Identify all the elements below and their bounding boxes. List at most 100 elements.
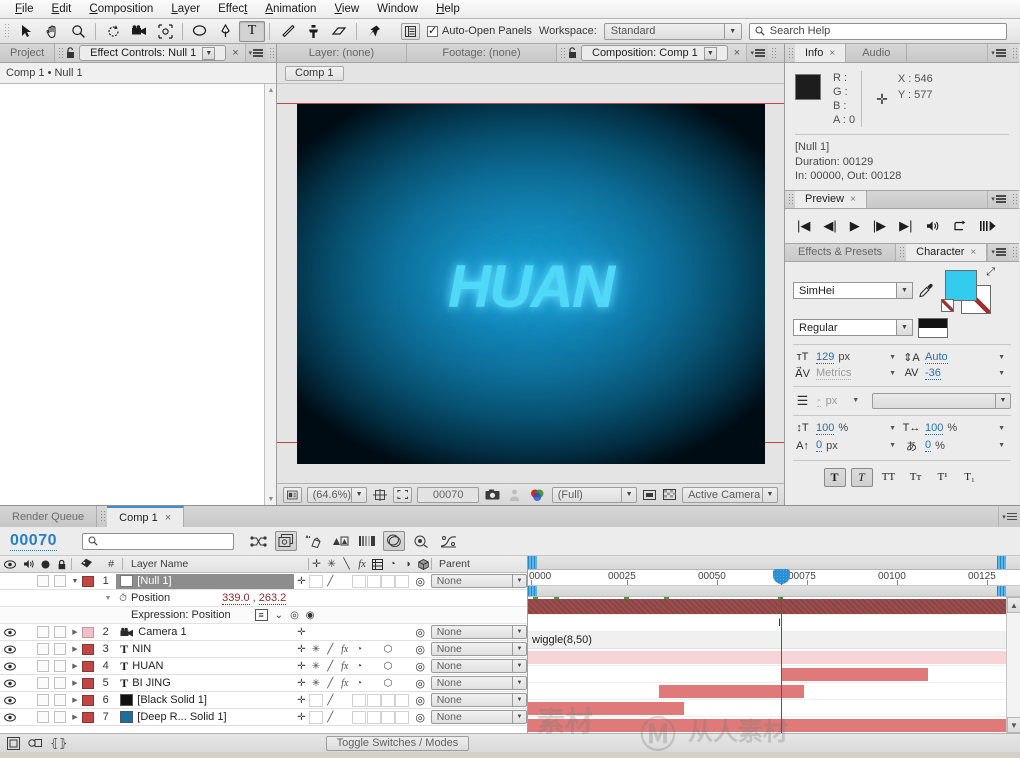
anchor-switch[interactable]: ✛ xyxy=(294,641,308,657)
kerning-field[interactable]: A⃗V Metrics ▼ xyxy=(793,367,902,380)
hide-shy-layers-icon[interactable] xyxy=(302,531,324,551)
layer-solo-toggle[interactable] xyxy=(36,709,51,725)
superscript-button[interactable]: T¹ xyxy=(932,468,954,487)
search-help-input[interactable]: Search Help xyxy=(748,22,1007,40)
enable-frame-blending-icon[interactable] xyxy=(329,531,351,551)
label-color-swatch[interactable] xyxy=(82,658,95,674)
tab-footage-viewer[interactable]: Footage: (none) xyxy=(407,44,557,62)
toggle-switches-modes-button[interactable]: Toggle Switches / Modes xyxy=(325,735,470,751)
expand-triangle-icon[interactable]: ▶ xyxy=(68,675,81,691)
tab-comp-1[interactable]: Comp 1 × xyxy=(107,506,185,527)
timeline-row-layer-3[interactable] xyxy=(528,666,1020,683)
leading-field[interactable]: ⇕A Auto ▼ xyxy=(902,351,1011,364)
layer-visibility-toggle[interactable] xyxy=(0,675,19,691)
hand-tool[interactable] xyxy=(39,21,65,42)
leading-value[interactable]: Auto xyxy=(925,351,948,364)
info-grip-right[interactable] xyxy=(1012,46,1017,60)
quality-switch[interactable]: ╱ xyxy=(323,573,337,589)
viewer-grip[interactable] xyxy=(560,46,565,60)
quality-switch[interactable]: ╱ xyxy=(323,675,337,691)
layer-bar[interactable] xyxy=(528,651,1006,664)
menu-file[interactable]: File xyxy=(6,1,43,17)
parent-select[interactable]: None ▼ xyxy=(430,710,528,724)
graph-icon[interactable]: ⌄ xyxy=(275,610,283,621)
eraser-tool[interactable] xyxy=(326,21,352,42)
tsume-value[interactable]: 0 xyxy=(925,439,932,452)
table-row[interactable]: ▶ 7 [Deep R... Solid 1] ✛ ╱ ◎ None ▼ xyxy=(0,709,528,726)
chevron-down-icon[interactable]: ▼ xyxy=(889,442,896,449)
layer-solo-toggle[interactable] xyxy=(36,658,51,674)
layer-lock-toggle[interactable] xyxy=(51,641,68,657)
menu-edit[interactable]: Edit xyxy=(43,1,81,17)
layer-audio-toggle[interactable] xyxy=(19,624,35,640)
tsume-field[interactable]: あ 0 % ▼ xyxy=(902,438,1011,454)
loop-button[interactable] xyxy=(953,220,967,232)
region-of-interest-icon[interactable] xyxy=(392,486,413,503)
subscript-button[interactable]: T₁ xyxy=(959,468,981,487)
layer-switches-icon[interactable] xyxy=(28,737,42,749)
preview-panel-menu-button[interactable]: ▾ xyxy=(987,190,1009,208)
shape-tool[interactable] xyxy=(187,21,213,42)
timeline-vertical-scrollbar[interactable]: ▲ ▼ xyxy=(1006,597,1020,733)
no-fill-icon[interactable] xyxy=(941,298,954,312)
tab-layer-viewer[interactable]: Layer: (none) xyxy=(277,44,407,62)
timeline-row-layer-5[interactable] xyxy=(528,700,1020,717)
parent-pickwhip-icon[interactable]: ◎ xyxy=(410,575,431,588)
all-caps-button[interactable]: TT xyxy=(878,468,900,487)
motion-blur-switch[interactable] xyxy=(366,692,381,708)
table-row[interactable]: ▶ 6 [Black Solid 1] ✛ ╱ ◎ None ▼ xyxy=(0,692,528,709)
faux-italic-button[interactable]: T xyxy=(850,467,873,487)
timeline-row-layer-6[interactable] xyxy=(528,717,1020,733)
close-icon[interactable]: × xyxy=(226,44,244,62)
timeline-panel-menu-button[interactable]: ▾ xyxy=(998,506,1020,527)
menu-window[interactable]: Window xyxy=(368,1,427,17)
layer-solo-toggle[interactable] xyxy=(36,624,51,640)
kerning-value[interactable]: Metrics xyxy=(816,367,852,380)
label-color-swatch[interactable] xyxy=(82,573,95,589)
property-row-position[interactable]: ▼ ⏱ Position 339.0 , 263.2 xyxy=(0,590,527,607)
effects-switch[interactable] xyxy=(338,709,352,725)
menu-view[interactable]: View xyxy=(325,1,368,17)
anchor-switch[interactable]: ✛ xyxy=(294,624,308,640)
vertical-scale-field[interactable]: ↕T 100 % ▼ xyxy=(793,422,902,435)
quality-switch[interactable]: ╱ xyxy=(323,709,337,725)
expand-triangle-icon[interactable]: ▼ xyxy=(101,595,115,602)
magnification-select[interactable]: (64.6%) ▼ xyxy=(306,486,368,503)
faux-bold-button[interactable]: T xyxy=(823,467,846,487)
menu-layer[interactable]: Layer xyxy=(162,1,209,17)
effect-controls-scrollbar[interactable]: ▲ ▼ xyxy=(264,84,276,505)
quality-switch[interactable]: ╱ xyxy=(323,658,337,674)
horizontal-scale-field[interactable]: T↔ 100 % ▼ xyxy=(902,422,1011,435)
layer-visibility-toggle[interactable] xyxy=(0,641,19,657)
effects-switch[interactable] xyxy=(338,692,352,708)
timeline-grip[interactable] xyxy=(100,510,106,523)
black-white-swatch-icon[interactable] xyxy=(918,317,948,338)
parent-pickwhip-icon[interactable]: ◎ xyxy=(410,711,431,724)
tab-info[interactable]: Info × xyxy=(795,44,847,62)
tab-composition-viewer[interactable]: Composition: Comp 1 ▼ xyxy=(581,45,728,61)
layer-lock-toggle[interactable] xyxy=(51,658,68,674)
layer-bar[interactable] xyxy=(781,668,928,681)
quality-switch[interactable] xyxy=(323,624,337,640)
layer-lock-toggle[interactable] xyxy=(51,692,68,708)
layer-name-cell[interactable]: T HUAN xyxy=(116,659,294,674)
label-color-swatch[interactable] xyxy=(82,709,95,725)
close-icon[interactable]: × xyxy=(728,44,746,62)
layer-name-cell[interactable]: Camera 1 xyxy=(116,625,294,640)
effects-switch[interactable] xyxy=(338,573,352,589)
chevron-down-icon[interactable]: ▼ xyxy=(889,425,896,432)
always-preview-this-view-icon[interactable] xyxy=(283,486,302,503)
menu-composition[interactable]: Composition xyxy=(80,1,162,17)
tab-character[interactable]: Character × xyxy=(906,243,988,261)
quality-switch[interactable]: ╱ xyxy=(323,692,337,708)
motion-blur-switch[interactable] xyxy=(366,641,380,657)
motion-blur-switch[interactable] xyxy=(366,573,381,589)
show-channel-icon[interactable] xyxy=(527,487,546,503)
chevron-down-icon[interactable]: ▼ xyxy=(998,354,1005,361)
effects-switch[interactable] xyxy=(338,624,352,640)
type-tool[interactable]: T xyxy=(239,20,265,42)
frame-blend-switch[interactable]: ◔ xyxy=(352,658,366,674)
play-button[interactable]: ▶ xyxy=(850,218,860,234)
parent-select[interactable]: None ▼ xyxy=(430,625,528,639)
layer-audio-toggle[interactable] xyxy=(19,675,35,691)
